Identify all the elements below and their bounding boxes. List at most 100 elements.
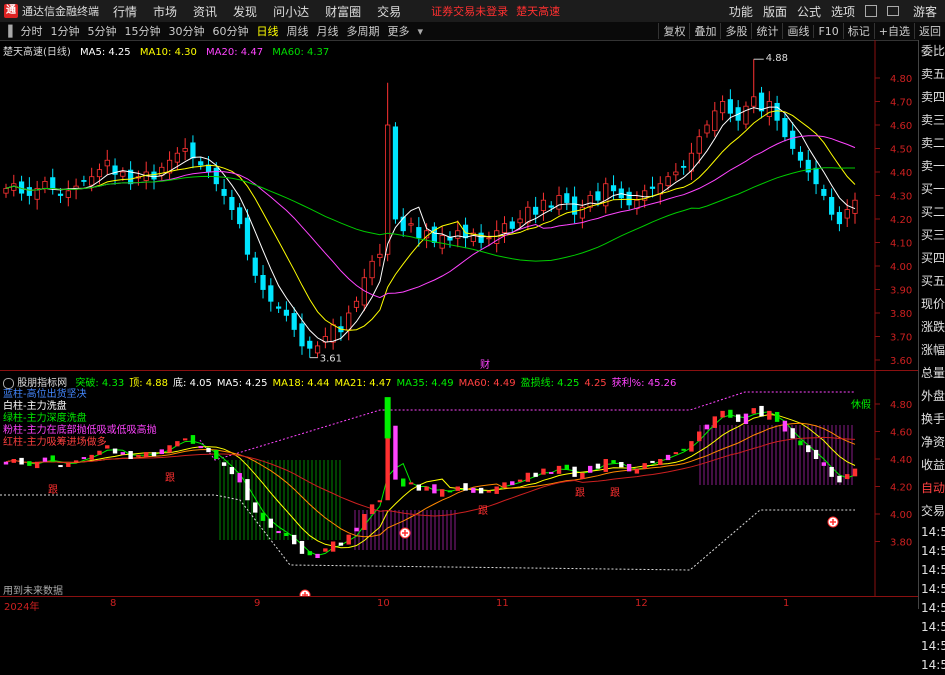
sidebar-item[interactable]: 总量: [919, 362, 945, 385]
candle-body: [237, 207, 243, 225]
sidebar-item[interactable]: 换手: [919, 408, 945, 431]
follow-tag: 跟: [610, 487, 620, 499]
ind-bar: [533, 472, 538, 477]
panel-separator: [0, 370, 918, 371]
menu-market[interactable]: 市场: [153, 3, 177, 20]
btn-add-watchlist[interactable]: +自选: [873, 23, 914, 39]
menu-formula[interactable]: 公式: [797, 3, 821, 20]
btn-restore-rights[interactable]: 复权: [658, 23, 689, 39]
menu-layout[interactable]: 版面: [763, 3, 787, 20]
ind-lower-band: [0, 494, 855, 571]
ind-bar: [3, 461, 9, 465]
candle-body: [244, 217, 251, 255]
sidebar-item[interactable]: 收益: [919, 454, 945, 477]
user-label[interactable]: 游客: [913, 3, 937, 20]
btn-back[interactable]: 返回: [914, 23, 945, 39]
period-30min[interactable]: 30分钟: [164, 23, 208, 39]
ind-bar: [697, 431, 702, 442]
sidebar-item[interactable]: 净资: [919, 431, 945, 454]
btn-overlay[interactable]: 叠加: [689, 23, 720, 39]
ma20-line: [5, 135, 856, 299]
period-multi[interactable]: 多周期: [342, 23, 383, 39]
candle-body: [299, 323, 305, 347]
indicator-value: 底: 4.05: [173, 378, 212, 389]
ind-bar: [136, 454, 141, 457]
candle-body: [314, 345, 321, 354]
btn-f10[interactable]: F10: [813, 24, 842, 38]
sidebar-item[interactable]: 交易: [919, 500, 945, 523]
login-notice[interactable]: 证券交易未登录: [431, 3, 508, 19]
sidebar-item[interactable]: 14:56: [919, 542, 945, 561]
sidebar-item[interactable]: 14:56: [919, 656, 945, 675]
ind-bar: [798, 440, 803, 446]
sidebar-item[interactable]: 买三: [919, 224, 945, 247]
window-icon[interactable]: [864, 5, 877, 17]
sidebar-item[interactable]: 涨跌: [919, 316, 945, 339]
sidebar-item[interactable]: 委比: [919, 40, 945, 63]
period-monthly[interactable]: 月线: [312, 23, 342, 39]
ind-bar: [852, 468, 858, 477]
ind-bar: [541, 468, 546, 475]
menu-quotes[interactable]: 行情: [113, 3, 137, 20]
follow-tag: 跟: [575, 487, 585, 499]
sidebar-item[interactable]: 14:56: [919, 580, 945, 599]
sidebar-item[interactable]: 外盘: [919, 385, 945, 408]
candle-body: [712, 110, 718, 132]
candle-body: [385, 124, 391, 255]
menu-wealth[interactable]: 财富圈: [325, 3, 361, 20]
period-15min[interactable]: 15分钟: [120, 23, 164, 39]
sidebar-item[interactable]: 卖四: [919, 86, 945, 109]
btn-stats[interactable]: 统计: [751, 23, 782, 39]
indicator-title[interactable]: 股朋指标网: [17, 378, 67, 389]
sidebar-item[interactable]: 买二: [919, 201, 945, 224]
sidebar-item[interactable]: 现价: [919, 293, 945, 316]
ind-y-tick-label: 4.80: [890, 400, 912, 411]
period-60min[interactable]: 60分钟: [208, 23, 252, 39]
app-logo-icon: 通: [4, 4, 18, 18]
sidebar-item[interactable]: 14:56: [919, 561, 945, 580]
sidebar-item[interactable]: 涨幅: [919, 339, 945, 362]
menu-ask[interactable]: 问小达: [273, 3, 309, 20]
btn-mark[interactable]: 标记: [842, 23, 874, 39]
period-intraday[interactable]: 分时: [16, 23, 46, 39]
indicator-settings-icon[interactable]: [3, 377, 14, 389]
candle-body: [704, 124, 710, 134]
sidebar-item[interactable]: 14:56: [919, 637, 945, 656]
period-1min[interactable]: 1分钟: [46, 23, 83, 39]
sidebar-item[interactable]: 卖五: [919, 63, 945, 86]
btn-multi-stock[interactable]: 多股: [720, 23, 751, 39]
sidebar-item[interactable]: 卖一: [919, 155, 945, 178]
menu-discover[interactable]: 发现: [233, 3, 257, 20]
x-label: 12: [635, 598, 648, 609]
ind-bar: [66, 463, 71, 467]
ma10-line: [5, 110, 856, 331]
btn-draw[interactable]: 画线: [782, 23, 813, 39]
price-chart-canvas[interactable]: 4.80 4.70 4.60 4.50 4.40 4.30 4.20 4.10 4.00 3.90…: [0, 40, 918, 596]
rest-tag: 休假: [851, 400, 871, 411]
ind-bar: [190, 435, 196, 444]
menu-trade[interactable]: 交易: [377, 3, 401, 20]
sidebar-item[interactable]: 买四: [919, 247, 945, 270]
sidebar-item[interactable]: 14:56: [919, 618, 945, 637]
period-more[interactable]: 更多: [383, 23, 413, 39]
sidebar-item[interactable]: 自动: [919, 477, 945, 500]
sidebar-item[interactable]: 买一: [919, 178, 945, 201]
period-5min[interactable]: 5分钟: [83, 23, 120, 39]
message-icon[interactable]: [886, 6, 899, 16]
more-dropdown-icon[interactable]: ▾: [413, 25, 427, 38]
menu-function[interactable]: 功能: [729, 3, 753, 20]
period-weekly[interactable]: 周线: [282, 23, 312, 39]
period-daily[interactable]: 日线: [252, 23, 282, 39]
ind-bar: [603, 459, 608, 472]
sidebar-item[interactable]: 买五: [919, 270, 945, 293]
ind-y-tick-label: 4.00: [890, 510, 912, 521]
ind-bar: [97, 450, 102, 455]
sidebar-item[interactable]: 卖二: [919, 132, 945, 155]
sidebar-item[interactable]: 14:56: [919, 523, 945, 542]
candle-body: [252, 257, 258, 276]
menu-options[interactable]: 选项: [831, 3, 855, 20]
menu-news[interactable]: 资讯: [193, 3, 217, 20]
ind-bar: [837, 475, 842, 483]
sidebar-item[interactable]: 卖三: [919, 109, 945, 132]
x-label: 8: [110, 598, 117, 609]
